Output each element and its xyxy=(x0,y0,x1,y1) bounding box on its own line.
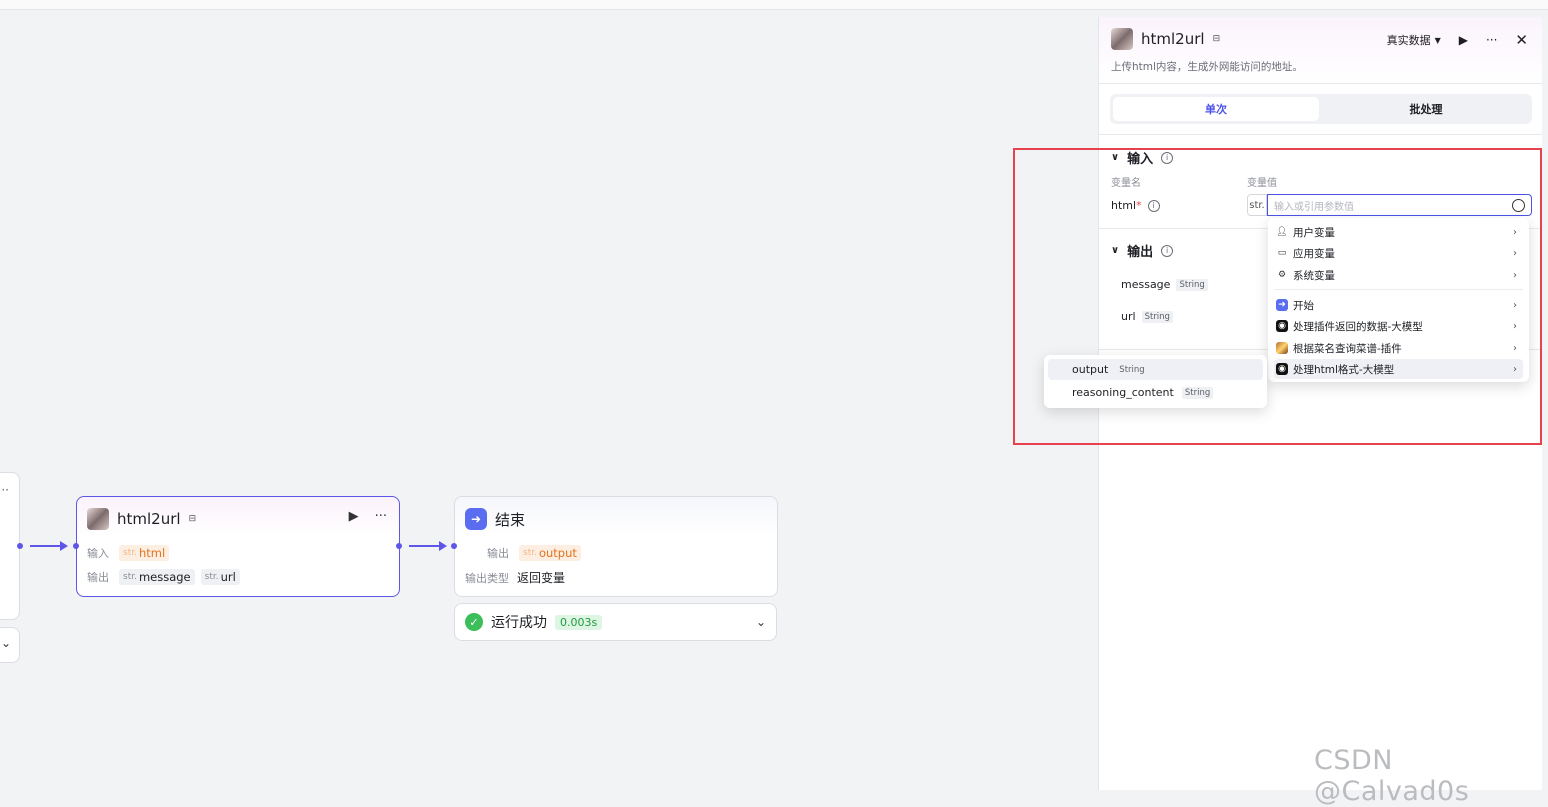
run-status[interactable]: ✓ 运行成功 0.003s ⌄ xyxy=(454,603,777,641)
output-type-label: 输出类型 xyxy=(465,571,509,585)
panel-title: html2url xyxy=(1141,30,1205,48)
highlight-box xyxy=(1013,148,1542,445)
input-port[interactable] xyxy=(451,543,457,549)
edge-arrow xyxy=(439,541,447,551)
html2url-node[interactable]: html2url ⊟ ▶ ··· 输入 str. html 输出 str. me… xyxy=(76,496,400,597)
more-icon[interactable]: ··· xyxy=(0,483,9,497)
watermark: CSDN @Calvad0s xyxy=(1314,745,1470,807)
panel-header: html2url ⊟ 上传html内容，生成外网能访问的地址。 真实数据 ▼ ▶ … xyxy=(1099,17,1542,84)
plugin-avatar xyxy=(1111,28,1133,50)
plugin-icon: ⊟ xyxy=(188,514,197,524)
divider xyxy=(1099,134,1542,135)
status-text: 运行成功 xyxy=(491,615,547,631)
run-icon[interactable]: ▶ xyxy=(1459,33,1468,47)
input-port[interactable] xyxy=(73,543,79,549)
edge-line xyxy=(409,545,439,547)
edge-line xyxy=(30,545,60,547)
output-param-tag: str. output xyxy=(519,545,581,561)
plugin-avatar xyxy=(87,508,109,530)
plugin-icon: ⊟ xyxy=(1212,34,1221,44)
output-type-value: 返回变量 xyxy=(517,571,566,585)
edge-arrow xyxy=(60,541,68,551)
run-time-badge: 0.003s xyxy=(555,614,603,630)
chevron-down-icon[interactable]: ⌄ xyxy=(1,636,11,650)
run-icon[interactable]: ▶ xyxy=(349,509,359,524)
output-label: 输出 xyxy=(487,547,509,560)
run-mode-tabs: 单次 批处理 xyxy=(1110,94,1532,124)
input-label: 输入 xyxy=(87,547,109,560)
close-icon[interactable]: ✕ xyxy=(1515,31,1528,49)
workflow-canvas[interactable] xyxy=(0,10,1098,790)
output-label: 输出 xyxy=(87,571,109,584)
more-icon[interactable]: ··· xyxy=(1486,33,1497,47)
end-icon: ➜ xyxy=(465,508,487,530)
check-icon: ✓ xyxy=(465,613,483,631)
input-param-tag: str. html xyxy=(119,545,170,561)
output-port[interactable] xyxy=(396,543,402,549)
mode-select[interactable]: 真实数据 ▼ xyxy=(1387,32,1441,48)
end-node[interactable]: ➜ 结束 输出 str. output 输出类型 返回变量 xyxy=(454,496,778,597)
more-icon[interactable]: ··· xyxy=(375,509,387,524)
node-title: html2url xyxy=(117,510,181,528)
output-param-tag: str. message xyxy=(119,569,195,585)
node-title: 结束 xyxy=(495,510,526,529)
tab-single[interactable]: 单次 xyxy=(1113,97,1319,121)
output-port[interactable] xyxy=(17,543,23,549)
top-bar xyxy=(0,0,1548,10)
panel-description: 上传html内容，生成外网能访问的地址。 xyxy=(1111,61,1303,73)
output-param-tag: str. url xyxy=(200,569,240,585)
chevron-down-icon[interactable]: ⌄ xyxy=(756,615,766,629)
partial-status-box[interactable]: ⌄ xyxy=(0,627,20,663)
tab-batch[interactable]: 批处理 xyxy=(1323,97,1529,121)
